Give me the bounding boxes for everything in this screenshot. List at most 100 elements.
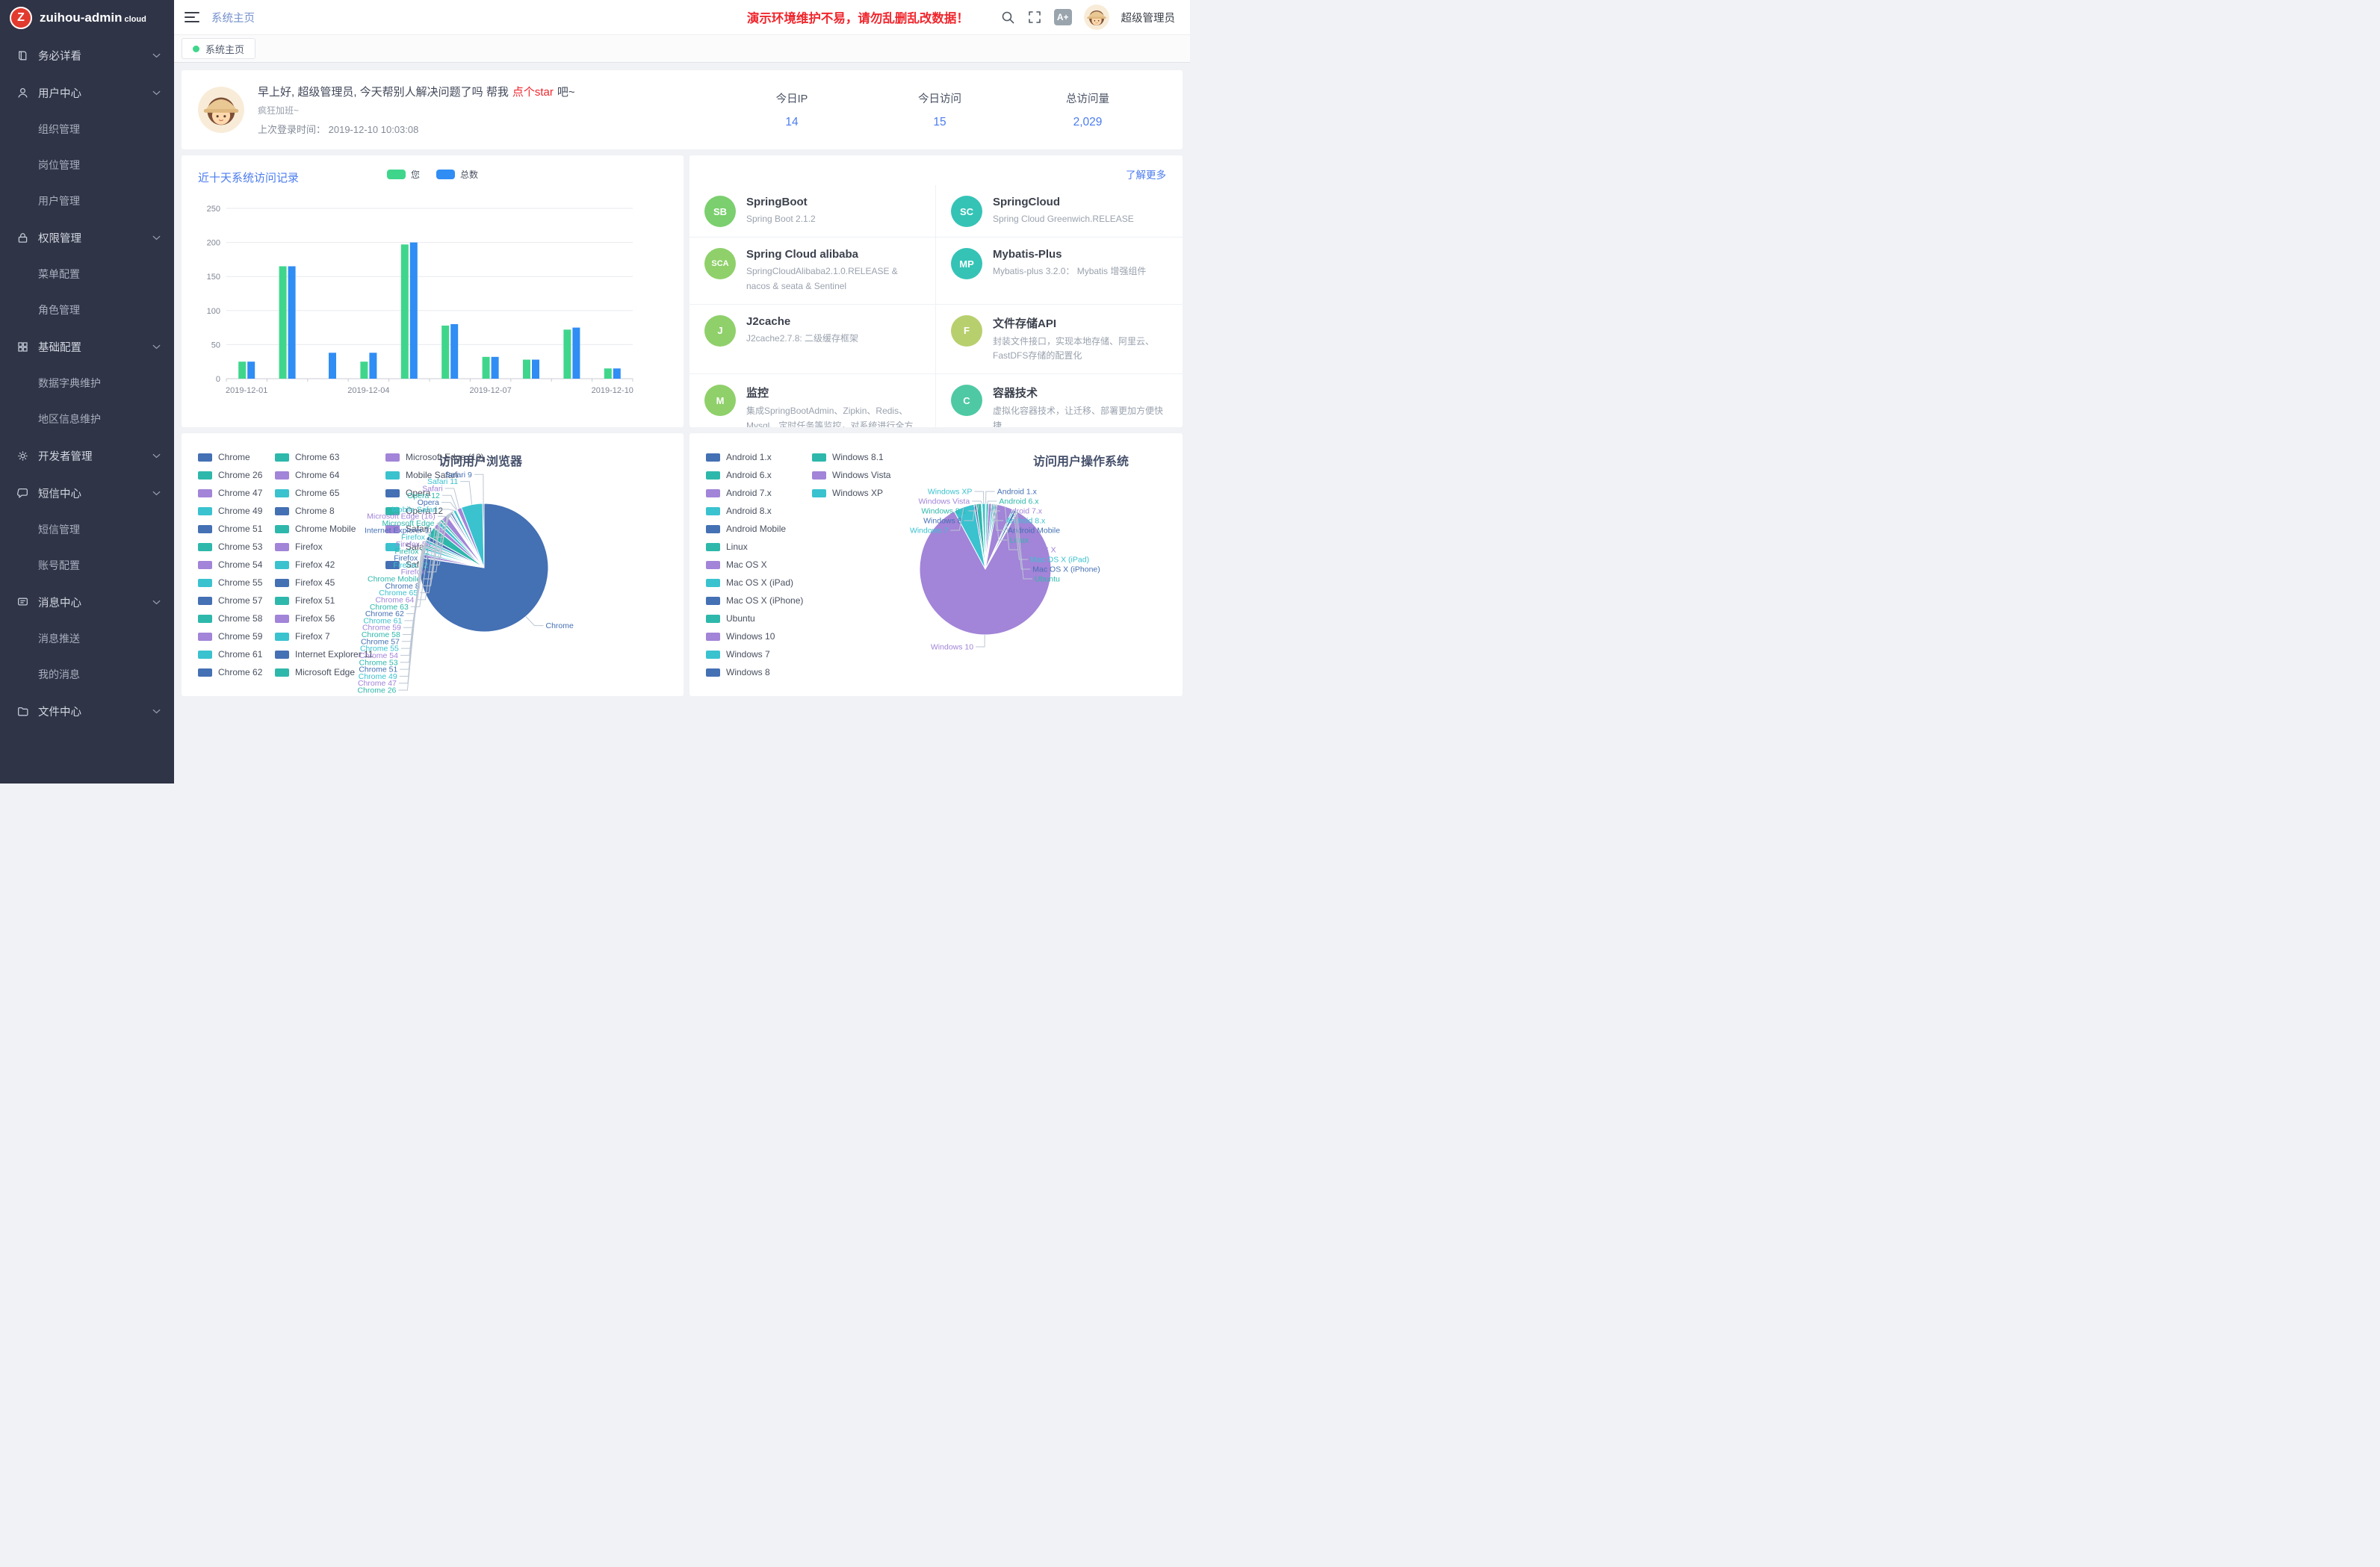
pie-slice-Android 6.x[interactable]	[985, 503, 988, 569]
legend-Chrome 58[interactable]: Chrome 58	[198, 609, 275, 627]
legend-Linux[interactable]: Linux	[706, 538, 812, 556]
bar-您[interactable]	[279, 267, 287, 379]
legend-Chrome 62[interactable]: Chrome 62	[198, 663, 275, 681]
legend-Mac OS X (iPad)[interactable]: Mac OS X (iPad)	[706, 574, 812, 592]
bar-总数[interactable]	[247, 362, 255, 379]
pie-slice-Mac OS X (iPad)[interactable]	[985, 509, 1014, 569]
breadcrumb[interactable]: 系统主页	[211, 10, 255, 25]
pie-slice-Linux[interactable]	[985, 504, 997, 569]
legend-Mac OS X (iPhone)[interactable]: Mac OS X (iPhone)	[706, 592, 812, 609]
sidebar-item-务必详看[interactable]: 务必详看	[0, 37, 174, 74]
legend-Chrome 8[interactable]: Chrome 8	[275, 502, 385, 520]
sidebar-subitem-消息推送[interactable]: 消息推送	[0, 621, 174, 657]
legend-Android 6.x[interactable]: Android 6.x	[706, 466, 812, 484]
app-logo[interactable]: Z zuihou-admincloud	[0, 0, 174, 35]
legend-Android 8.x[interactable]: Android 8.x	[706, 502, 812, 520]
legend-Chrome 26[interactable]: Chrome 26	[198, 466, 275, 484]
legend-Firefox[interactable]: Firefox	[275, 538, 385, 556]
legend-Ubuntu[interactable]: Ubuntu	[706, 609, 812, 627]
bar-总数[interactable]	[613, 368, 621, 379]
legend-Chrome 54[interactable]: Chrome 54	[198, 556, 275, 574]
legend-Mobile Safari[interactable]: Mobile Safari	[385, 466, 474, 484]
bar-总数[interactable]	[288, 267, 296, 379]
legend-您[interactable]: 您	[387, 168, 420, 181]
bar-您[interactable]	[604, 368, 612, 379]
legend-Firefox 7[interactable]: Firefox 7	[275, 627, 385, 645]
sidebar-item-文件中心[interactable]: 文件中心	[0, 692, 174, 730]
bar-总数[interactable]	[369, 353, 376, 379]
legend-Firefox 42[interactable]: Firefox 42	[275, 556, 385, 574]
learn-more-link[interactable]: 了解更多	[1126, 167, 1166, 181]
legend-Safari 11[interactable]: Safari 11	[385, 538, 474, 556]
legend-Chrome 61[interactable]: Chrome 61	[198, 645, 275, 663]
pie-slice-Android 7.x[interactable]	[985, 503, 992, 569]
legend-Internet Explorer 11[interactable]: Internet Explorer 11	[275, 645, 385, 663]
legend-Windows Vista[interactable]: Windows Vista	[812, 466, 896, 484]
pie-slice-Android 8.x[interactable]	[985, 503, 994, 569]
bar-总数[interactable]	[532, 360, 539, 379]
pie-slice-Windows 8[interactable]	[974, 504, 985, 569]
sidebar-subitem-组织管理[interactable]: 组织管理	[0, 111, 174, 147]
user-avatar[interactable]	[1084, 4, 1109, 30]
bar-总数[interactable]	[572, 328, 580, 379]
sidebar-subitem-地区信息维护[interactable]: 地区信息维护	[0, 401, 174, 437]
legend-Chrome 63[interactable]: Chrome 63	[275, 448, 385, 466]
legend-Windows 10[interactable]: Windows 10	[706, 627, 812, 645]
username[interactable]: 超级管理员	[1121, 10, 1176, 25]
sidebar-subitem-账号配置[interactable]: 账号配置	[0, 547, 174, 583]
bar-您[interactable]	[483, 357, 490, 379]
sidebar-item-权限管理[interactable]: 权限管理	[0, 219, 174, 256]
sidebar-item-消息中心[interactable]: 消息中心	[0, 583, 174, 621]
legend-Chrome 64[interactable]: Chrome 64	[275, 466, 385, 484]
sidebar-subitem-岗位管理[interactable]: 岗位管理	[0, 147, 174, 183]
pie-slice-Ubuntu[interactable]	[985, 511, 1017, 569]
legend-Microsoft Edge[interactable]: Microsoft Edge	[275, 663, 385, 681]
legend-Windows 8.1[interactable]: Windows 8.1	[812, 448, 896, 466]
legend-Safari 9[interactable]: Safari 9	[385, 556, 474, 574]
font-size-icon[interactable]: A+	[1054, 9, 1072, 25]
legend-Chrome 51[interactable]: Chrome 51	[198, 520, 275, 538]
legend-Chrome 47[interactable]: Chrome 47	[198, 484, 275, 502]
tab-home[interactable]: 系统主页	[182, 38, 255, 59]
legend-Windows 8[interactable]: Windows 8	[706, 663, 812, 681]
bar-总数[interactable]	[492, 357, 499, 379]
pie-slice-Windows Vista[interactable]	[982, 503, 985, 569]
legend-Chrome 57[interactable]: Chrome 57	[198, 592, 275, 609]
bar-您[interactable]	[441, 326, 449, 379]
legend-Chrome 53[interactable]: Chrome 53	[198, 538, 275, 556]
legend-总数[interactable]: 总数	[436, 168, 478, 181]
star-link[interactable]: 点个star	[512, 86, 554, 99]
sidebar-subitem-我的消息[interactable]: 我的消息	[0, 657, 174, 692]
legend-Firefox 56[interactable]: Firefox 56	[275, 609, 385, 627]
pie-slice-Windows 8.1[interactable]	[976, 503, 985, 569]
legend-Opera[interactable]: Opera	[385, 484, 474, 502]
legend-Microsoft Edge (16)[interactable]: Microsoft Edge (16)	[385, 448, 474, 466]
sidebar-subitem-短信管理[interactable]: 短信管理	[0, 512, 174, 547]
pie-slice-Windows 7[interactable]	[954, 504, 985, 569]
bar-您[interactable]	[238, 362, 246, 379]
pie-slice-Mac OS X (iPhone)[interactable]	[985, 510, 1017, 569]
legend-Chrome 49[interactable]: Chrome 49	[198, 502, 275, 520]
legend-Chrome 65[interactable]: Chrome 65	[275, 484, 385, 502]
bar-总数[interactable]	[450, 324, 458, 379]
legend-Chrome Mobile[interactable]: Chrome Mobile	[275, 520, 385, 538]
legend-Chrome 55[interactable]: Chrome 55	[198, 574, 275, 592]
legend-Windows 7[interactable]: Windows 7	[706, 645, 812, 663]
bar-总数[interactable]	[329, 353, 336, 379]
bar-总数[interactable]	[410, 243, 418, 379]
sidebar-subitem-数据字典维护[interactable]: 数据字典维护	[0, 365, 174, 401]
legend-Safari[interactable]: Safari	[385, 520, 474, 538]
bar-您[interactable]	[523, 360, 530, 379]
legend-Chrome[interactable]: Chrome	[198, 448, 275, 466]
sidebar-item-用户中心[interactable]: 用户中心	[0, 74, 174, 111]
legend-Opera 12[interactable]: Opera 12	[385, 502, 474, 520]
sidebar-subitem-用户管理[interactable]: 用户管理	[0, 183, 174, 219]
legend-Windows XP[interactable]: Windows XP	[812, 484, 896, 502]
legend-Mac OS X[interactable]: Mac OS X	[706, 556, 812, 574]
legend-Firefox 45[interactable]: Firefox 45	[275, 574, 385, 592]
sidebar-subitem-菜单配置[interactable]: 菜单配置	[0, 256, 174, 292]
pie-slice-Safari 9[interactable]	[483, 503, 484, 568]
pie-slice-Mac OS X[interactable]	[985, 504, 1013, 569]
bar-您[interactable]	[563, 329, 571, 379]
legend-Chrome 59[interactable]: Chrome 59	[198, 627, 275, 645]
